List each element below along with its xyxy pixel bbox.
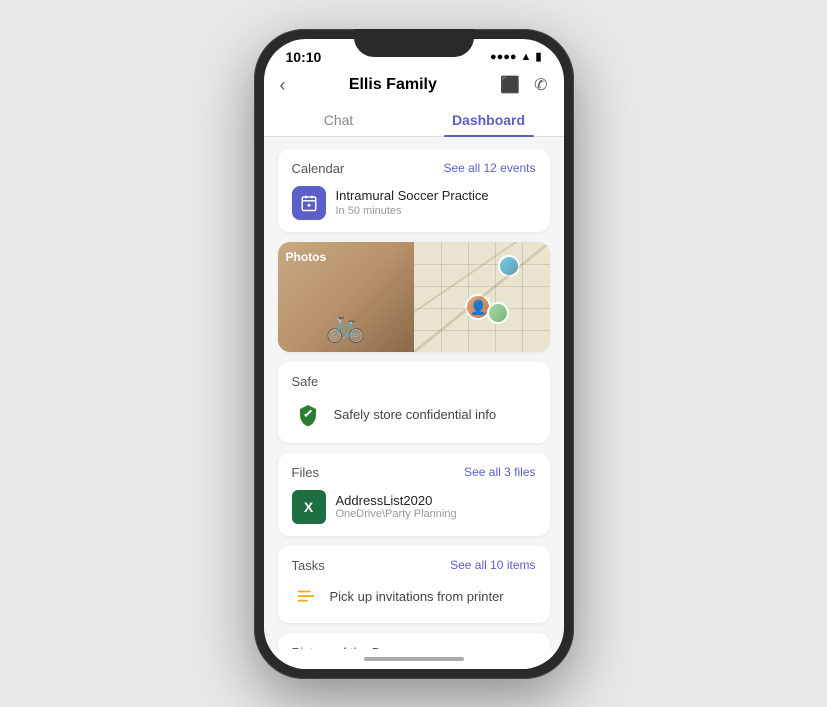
calendar-event-text: Intramural Soccer Practice In 50 minutes <box>336 188 489 217</box>
photos-map-panel: 👤 <box>414 242 550 352</box>
calendar-see-all[interactable]: See all 12 events <box>443 161 535 175</box>
calendar-event-icon <box>292 186 326 220</box>
file-path: OneDrive\Party Planning <box>336 508 457 520</box>
status-time: 10:10 <box>286 49 322 65</box>
signal-icon: ●●●● <box>490 51 517 63</box>
calendar-card-header: Calendar See all 12 events <box>292 161 536 176</box>
tab-chat[interactable]: Chat <box>264 104 414 136</box>
task-item[interactable]: Pick up invitations from printer <box>292 583 536 611</box>
files-section-title: Files <box>292 465 319 480</box>
battery-icon: ▮ <box>535 50 541 63</box>
files-see-all[interactable]: See all 3 files <box>464 465 535 479</box>
calendar-section-title: Calendar <box>292 161 345 176</box>
excel-file-icon: X <box>292 490 326 524</box>
status-icons: ●●●● ▲ ▮ <box>490 50 542 63</box>
picture-of-day-card: Picture of the Day <box>278 633 550 649</box>
notch <box>354 29 474 57</box>
tasks-card-header: Tasks See all 10 items <box>292 558 536 573</box>
tasks-see-all[interactable]: See all 10 items <box>450 558 535 572</box>
safe-shield-icon <box>292 399 324 431</box>
safe-description: Safely store confidential info <box>334 407 497 422</box>
task-description: Pick up invitations from printer <box>330 589 504 604</box>
home-indicator <box>264 649 564 669</box>
event-title: Intramural Soccer Practice <box>336 188 489 203</box>
files-card-header: Files See all 3 files <box>292 465 536 480</box>
dashboard-content[interactable]: Calendar See all 12 events <box>264 137 564 649</box>
calendar-event-item[interactable]: Intramural Soccer Practice In 50 minutes <box>292 186 536 220</box>
tasks-card: Tasks See all 10 items Pick up invitatio… <box>278 546 550 623</box>
files-card: Files See all 3 files X AddressList2020 … <box>278 453 550 536</box>
safe-card[interactable]: Safe Safely store confidential info <box>278 362 550 443</box>
safe-card-header: Safe <box>292 374 536 389</box>
event-time: In 50 minutes <box>336 205 489 217</box>
video-call-icon[interactable]: ⬛ <box>500 75 520 95</box>
safe-item: Safely store confidential info <box>292 399 536 431</box>
files-item[interactable]: X AddressList2020 OneDrive\Party Plannin… <box>292 490 536 524</box>
header-action-icons: ⬛ ✆ <box>500 75 547 95</box>
header-title: Ellis Family <box>349 76 437 94</box>
app-header: ‹ Ellis Family ⬛ ✆ <box>264 69 564 104</box>
home-bar <box>364 657 464 661</box>
safe-section-title: Safe <box>292 374 319 389</box>
map-background: 👤 <box>414 242 550 352</box>
tab-dashboard[interactable]: Dashboard <box>414 104 564 136</box>
file-name: AddressList2020 <box>336 493 457 508</box>
phone-frame: 10:10 ●●●● ▲ ▮ ‹ Ellis Family ⬛ ✆ Chat D… <box>254 29 574 679</box>
task-list-icon <box>292 583 320 611</box>
back-button[interactable]: ‹ <box>280 75 286 96</box>
file-text: AddressList2020 OneDrive\Party Planning <box>336 493 457 520</box>
photos-label: Photos <box>286 250 327 264</box>
photos-image-panel: Photos 🚲 <box>278 242 414 352</box>
tab-bar: Chat Dashboard <box>264 104 564 137</box>
calendar-card: Calendar See all 12 events <box>278 149 550 232</box>
wifi-icon: ▲ <box>521 51 532 63</box>
phone-screen: 10:10 ●●●● ▲ ▮ ‹ Ellis Family ⬛ ✆ Chat D… <box>264 39 564 669</box>
tasks-section-title: Tasks <box>292 558 325 573</box>
photos-card[interactable]: Photos 🚲 <box>278 242 550 352</box>
photos-bike-figure: 🚲 <box>326 306 366 344</box>
voice-call-icon[interactable]: ✆ <box>534 75 547 95</box>
